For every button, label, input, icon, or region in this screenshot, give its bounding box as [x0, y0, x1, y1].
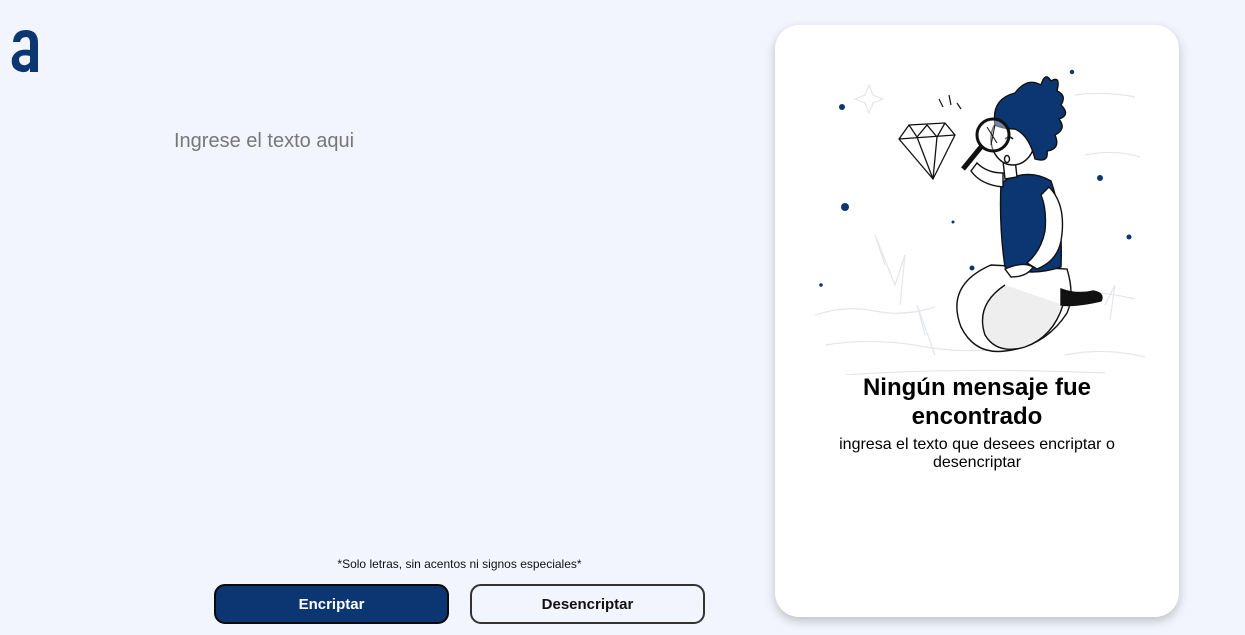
encrypt-button[interactable]: Encriptar — [214, 584, 449, 624]
decrypt-button[interactable]: Desencriptar — [470, 584, 705, 624]
message-input[interactable] — [174, 130, 714, 530]
person-searching-with-magnifier-illustration — [814, 69, 1146, 375]
empty-state-subtitle: ingresa el texto que desees encriptar o … — [839, 436, 1115, 471]
result-card: Ningún mensaje fue encontrado ingresa el… — [775, 25, 1179, 617]
input-hint: *Solo letras, sin acentos ni signos espe… — [337, 557, 582, 571]
empty-state-title: Ningún mensaje fue encontrado — [862, 374, 1092, 430]
alura-logo-icon[interactable] — [8, 26, 42, 74]
